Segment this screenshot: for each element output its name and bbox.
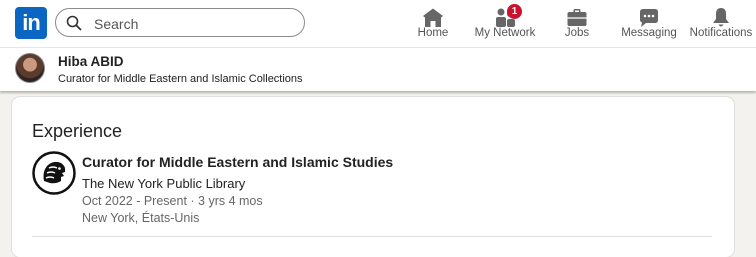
job-title[interactable]: Curator for Middle Eastern and Islamic S… xyxy=(82,154,393,170)
search-input[interactable] xyxy=(92,14,296,34)
section-title: Experience xyxy=(32,121,123,141)
job-dates: Oct 2022 - Present · 3 yrs 4 mos xyxy=(82,194,263,208)
nav-item-home[interactable]: Home xyxy=(404,4,462,44)
search-bar[interactable] xyxy=(55,8,305,37)
nav-item-jobs[interactable]: Jobs xyxy=(552,4,602,44)
profile-name: Hiba ABID xyxy=(58,54,124,69)
nav-item-my-network[interactable]: 1 My Network xyxy=(470,4,540,44)
notification-badge: 1 xyxy=(507,4,522,19)
nav-label-jobs: Jobs xyxy=(564,27,590,39)
nav-label-notifications: Notifications xyxy=(689,27,753,39)
linkedin-logo[interactable]: in xyxy=(15,7,47,39)
nav-label-messaging: Messaging xyxy=(621,27,677,39)
top-navigation-bar: in Home 1 My Network Jobs xyxy=(0,0,756,47)
nav-label-my-network: My Network xyxy=(474,27,536,39)
experience-section: Experience Curator for Middle Eastern an… xyxy=(12,97,734,257)
profile-header: Hiba ABID Curator for Middle Eastern and… xyxy=(0,47,756,91)
nav-item-messaging[interactable]: Messaging xyxy=(618,4,680,44)
profile-headline: Curator for Middle Eastern and Islamic C… xyxy=(58,73,303,85)
nav-label-home: Home xyxy=(417,27,449,39)
job-location: New York, États-Unis xyxy=(82,211,200,225)
nav-item-notifications[interactable]: Notifications xyxy=(688,4,754,44)
logo-text: in xyxy=(22,10,41,35)
search-icon xyxy=(66,15,82,31)
avatar[interactable] xyxy=(15,53,45,83)
nypl-lion-logo[interactable] xyxy=(32,151,76,195)
job-company: The New York Public Library xyxy=(82,176,246,191)
divider xyxy=(32,236,712,237)
